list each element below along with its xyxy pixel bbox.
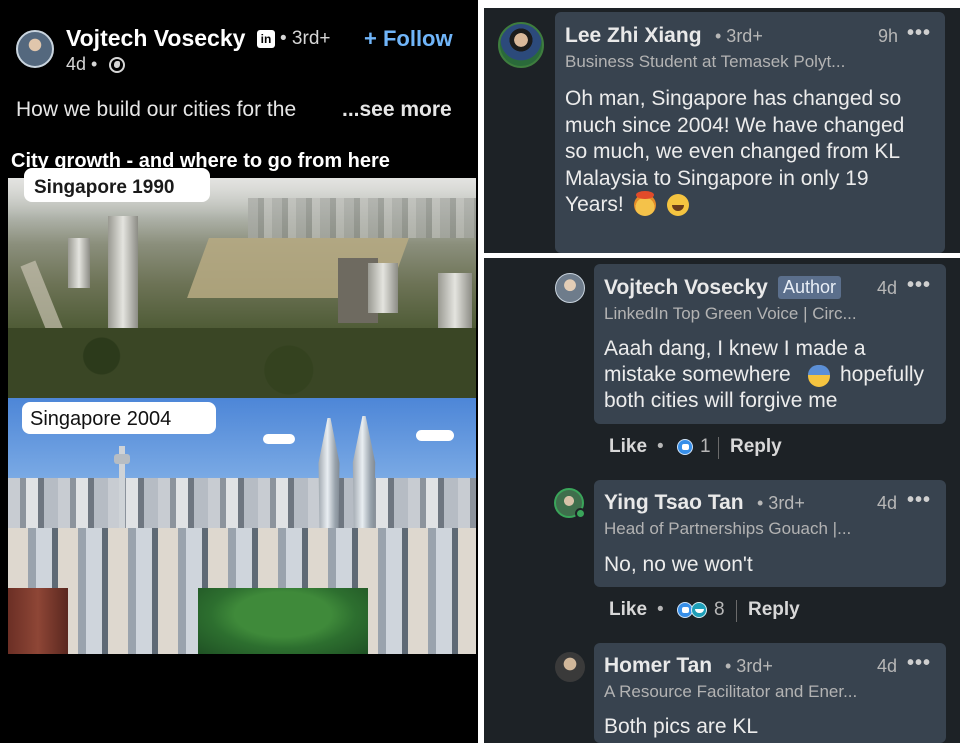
comment-body-line-1: Aaah dang, I knew I made a <box>604 337 866 360</box>
commenter-name[interactable]: Homer Tan <box>604 654 712 678</box>
commenter-avatar-lee[interactable] <box>498 22 544 68</box>
action-divider <box>736 600 737 622</box>
reaction-count[interactable]: 1 <box>700 436 711 458</box>
funny-reaction-icon[interactable] <box>691 602 707 618</box>
image-label-2004: Singapore 2004 <box>22 402 216 434</box>
linkedin-icon: in <box>257 30 275 48</box>
comment-body-line-3: so much, we even changed from KL <box>565 140 901 163</box>
image-label-1990: Singapore 1990 <box>24 168 210 202</box>
tears-of-joy-icon <box>667 194 689 216</box>
commenter-degree: • 3rd+ <box>757 493 805 513</box>
downcast-sweat-icon <box>808 365 830 387</box>
comment-time: 4d <box>877 278 898 298</box>
aerial-image-1990[interactable] <box>8 178 476 398</box>
comment-body-line-2: much since 2004! We have changed <box>565 113 905 137</box>
post-author-name[interactable]: Vojtech Vosecky <box>66 25 245 52</box>
skyline-image-2004[interactable] <box>8 398 476 654</box>
reply-button[interactable]: Reply <box>748 599 800 621</box>
more-options-icon[interactable]: ••• <box>907 489 931 512</box>
post-author-degree: • 3rd+ <box>280 28 331 49</box>
more-options-icon[interactable]: ••• <box>907 274 931 297</box>
post-timestamp: 4d • <box>66 54 98 74</box>
commenter-degree: • 3rd+ <box>725 656 773 676</box>
commenter-name[interactable]: Ying Tsao Tan <box>604 491 744 515</box>
separator-dot: • <box>657 436 664 457</box>
comment-body-line-3: both cities will forgive me <box>604 389 838 412</box>
post-text: How we build our cities for the <box>16 98 297 121</box>
commenter-headline: A Resource Facilitator and Ener... <box>604 682 858 701</box>
exploding-head-icon <box>634 191 656 216</box>
follow-button[interactable]: + Follow <box>364 26 453 52</box>
comment-body-line-1: Oh man, Singapore has changed so <box>565 87 902 110</box>
commenter-name[interactable]: Lee Zhi Xiang <box>565 24 702 48</box>
online-status-icon <box>575 508 586 519</box>
commenter-avatar-homer[interactable] <box>555 652 585 682</box>
more-options-icon[interactable]: ••• <box>907 22 931 45</box>
see-more-link[interactable]: ...see more <box>342 98 452 122</box>
like-button[interactable]: Like <box>609 599 647 621</box>
comment-body-line-2: mistake somewhere <box>604 363 791 386</box>
commenter-avatar-vojtech[interactable] <box>555 273 585 303</box>
comment-body-line-1: Both pics are KL <box>604 715 759 738</box>
commenter-name[interactable]: Vojtech Vosecky <box>604 276 768 300</box>
like-reaction-icon[interactable] <box>677 439 693 455</box>
action-divider <box>718 437 719 459</box>
author-badge: Author <box>778 276 842 299</box>
commenter-headline: LinkedIn Top Green Voice | Circ... <box>604 304 857 323</box>
comment-body-line-5: Years! <box>565 193 624 216</box>
reaction-count[interactable]: 8 <box>714 599 725 621</box>
reply-button[interactable]: Reply <box>730 436 782 458</box>
globe-icon <box>109 57 125 73</box>
post-author-avatar[interactable] <box>16 30 54 68</box>
comment-time: 9h <box>878 26 899 46</box>
post-panel: Vojtech Vosecky in • 3rd+ + Follow 4d • … <box>0 0 478 743</box>
comment-body-line-4: Malaysia to Singapore in only 19 <box>565 166 869 190</box>
like-button[interactable]: Like <box>609 436 647 458</box>
comment-body-line-1: No, no we won't <box>604 553 753 576</box>
commenter-headline: Business Student at Temasek Polyt... <box>565 52 846 71</box>
commenter-degree: • 3rd+ <box>715 26 763 46</box>
comment-body-line-2b: hopefully <box>840 363 925 386</box>
comment-time: 4d <box>877 493 898 513</box>
separator-dot: • <box>657 599 664 620</box>
comment-time: 4d <box>877 656 898 676</box>
more-options-icon[interactable]: ••• <box>907 652 931 675</box>
commenter-headline: Head of Partnerships Gouach |... <box>604 519 852 538</box>
